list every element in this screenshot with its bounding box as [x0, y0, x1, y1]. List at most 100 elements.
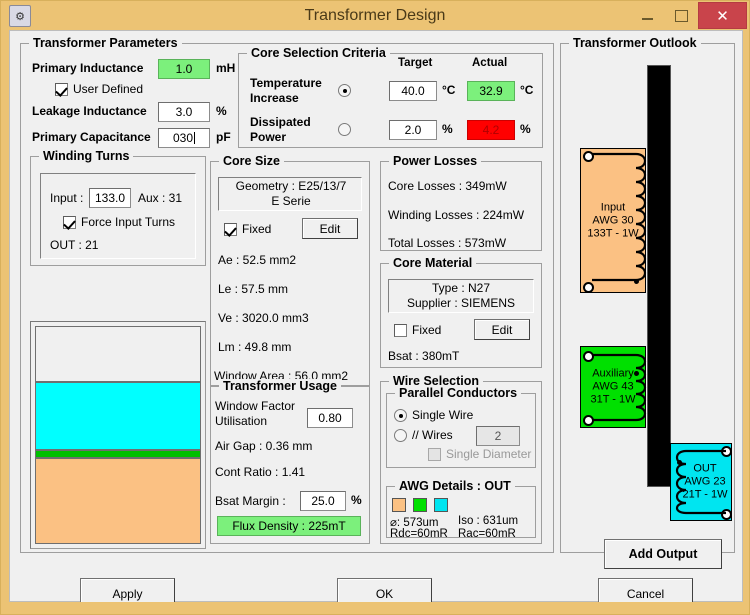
awg-swatch-input — [392, 498, 406, 512]
force-input-turns-label: Force Input Turns — [81, 215, 175, 229]
primary-inductance-unit: mH — [216, 61, 235, 75]
leakage-inductance-unit: % — [216, 104, 227, 118]
core-material-bsat-value: Bsat : 380mT — [388, 349, 459, 363]
core-le-value: Le : 57.5 mm — [218, 282, 288, 296]
dissipated-power-label-line1: Dissipated — [250, 115, 311, 129]
single-wire-radio[interactable] — [394, 409, 407, 422]
cross-section-layer-auxiliary — [35, 450, 201, 458]
air-gap-value: Air Gap : 0.36 mm — [215, 439, 312, 453]
bsat-margin-label: Bsat Margin : — [215, 494, 286, 508]
dissipated-power-label-line2: Power — [250, 130, 286, 144]
awg-diameter-value: ⌀: 573um — [390, 515, 438, 529]
outlook-input-coil-icon — [580, 148, 650, 296]
maximize-icon — [675, 10, 688, 22]
winding-losses-value: Winding Losses : 224mW — [388, 208, 524, 222]
window-factor-input[interactable]: 0.80 — [307, 408, 353, 428]
add-output-button[interactable]: Add Output — [604, 539, 722, 569]
leakage-inductance-input[interactable]: 3.0 — [158, 102, 210, 122]
primary-capacitance-unit: pF — [216, 130, 231, 144]
awg-swatch-out — [434, 498, 448, 512]
outlook-out-coil-icon — [668, 443, 734, 525]
maximize-button[interactable] — [664, 4, 698, 28]
core-selection-actual-header: Actual — [472, 57, 507, 69]
winding-cross-section-preview — [30, 321, 206, 549]
dissipated-power-actual-value: 4.2 — [467, 120, 515, 140]
user-defined-label: User Defined — [73, 82, 143, 96]
single-wire-label: Single Wire — [412, 408, 473, 422]
core-material-legend: Core Material — [389, 256, 476, 270]
core-size-legend: Core Size — [219, 154, 284, 168]
primary-inductance-label: Primary Inductance — [32, 61, 143, 75]
parallel-conductors-legend: Parallel Conductors — [395, 386, 521, 400]
temperature-actual-unit: °C — [520, 83, 533, 97]
total-losses-value: Total Losses : 573mW — [388, 236, 506, 250]
bsat-margin-unit: % — [351, 493, 362, 507]
cont-ratio-value: Cont Ratio : 1.41 — [215, 465, 305, 479]
leakage-inductance-label: Leakage Inductance — [32, 104, 147, 118]
core-material-edit-button[interactable]: Edit — [474, 319, 530, 340]
temperature-actual-value: 32.9 — [467, 81, 515, 101]
window-controls: ✕ — [630, 1, 749, 30]
core-geometry-line2: E Serie — [226, 194, 356, 208]
core-geometry-line1: Geometry : E25/13/7 — [226, 179, 356, 193]
minimize-button[interactable] — [630, 4, 664, 28]
cross-section-layer-out — [35, 382, 201, 450]
core-material-fixed-checkbox[interactable] — [394, 324, 407, 337]
window-factor-label-line2: Utilisation — [215, 414, 267, 428]
transformer-design-window: ⚙ Transformer Design ✕ Transformer Param… — [0, 0, 750, 615]
winding-out-turns-text: OUT : 21 — [50, 238, 98, 252]
outlook-auxiliary-coil-icon — [580, 346, 650, 432]
winding-input-label: Input : — [50, 191, 83, 205]
winding-input-turns-field[interactable]: 133.0 — [89, 188, 131, 208]
flux-density-value: Flux Density : 225mT — [217, 516, 361, 536]
single-diameter-label: Single Diameter — [446, 447, 531, 461]
transformer-usage-legend: Transformer Usage — [219, 379, 341, 393]
close-button[interactable]: ✕ — [698, 2, 747, 29]
awg-details-legend: AWG Details : OUT — [395, 479, 515, 493]
primary-inductance-input[interactable]: 1.0 — [158, 59, 210, 79]
temperature-increase-label-line2: Increase — [250, 91, 299, 105]
client-area: Transformer Parameters Primary Inductanc… — [9, 30, 743, 602]
force-input-turns-checkbox[interactable] — [63, 216, 76, 229]
core-material-supplier: Supplier : SIEMENS — [394, 296, 528, 310]
core-lm-value: Lm : 49.8 mm — [218, 340, 291, 354]
core-selection-criteria-legend: Core Selection Criteria — [247, 46, 390, 60]
bsat-margin-input[interactable]: 25.0 — [300, 491, 346, 511]
winding-turns-legend: Winding Turns — [39, 149, 133, 163]
core-size-edit-button[interactable]: Edit — [302, 218, 358, 239]
title-bar: ⚙ Transformer Design ✕ — [1, 1, 749, 30]
temperature-increase-radio[interactable] — [338, 84, 351, 97]
dissipated-power-target-input[interactable]: 2.0 — [389, 120, 437, 140]
cross-section-layer-input — [35, 458, 201, 544]
awg-rac-value: Rac=60mR — [458, 528, 516, 540]
core-material-fixed-label: Fixed — [412, 323, 441, 337]
primary-capacitance-input[interactable]: 030 — [158, 128, 210, 148]
primary-capacitance-label: Primary Capacitance — [32, 130, 151, 144]
parallel-wires-count-input[interactable]: 2 — [476, 426, 520, 446]
dissipated-power-radio[interactable] — [338, 123, 351, 136]
core-limb — [647, 65, 671, 487]
temperature-increase-label-line1: Temperature — [250, 76, 322, 90]
single-diameter-checkbox[interactable] — [428, 448, 441, 461]
power-losses-legend: Power Losses — [389, 154, 481, 168]
minimize-icon — [642, 18, 653, 20]
core-ae-value: Ae : 52.5 mm2 — [218, 253, 296, 267]
winding-aux-turns-text: Aux : 31 — [138, 191, 182, 205]
cross-section-layer-empty — [35, 326, 201, 382]
status-strip — [1, 602, 749, 614]
core-size-fixed-label: Fixed — [242, 222, 271, 236]
user-defined-checkbox[interactable] — [55, 83, 68, 96]
dissipated-power-target-unit: % — [442, 122, 453, 136]
parallel-wires-radio[interactable] — [394, 429, 407, 442]
core-size-fixed-checkbox[interactable] — [224, 223, 237, 236]
awg-iso-value: Iso : 631um — [458, 515, 518, 527]
core-selection-target-header: Target — [398, 57, 432, 69]
awg-rdc-value: Rdc=60mR — [390, 528, 448, 540]
dissipated-power-actual-unit: % — [520, 122, 531, 136]
parallel-wires-label: // Wires — [412, 428, 453, 442]
core-ve-value: Ve : 3020.0 mm3 — [218, 311, 309, 325]
transformer-outlook-legend: Transformer Outlook — [569, 36, 701, 50]
temperature-target-input[interactable]: 40.0 — [389, 81, 437, 101]
core-losses-value: Core Losses : 349mW — [388, 179, 507, 193]
transformer-parameters-legend: Transformer Parameters — [29, 36, 182, 50]
